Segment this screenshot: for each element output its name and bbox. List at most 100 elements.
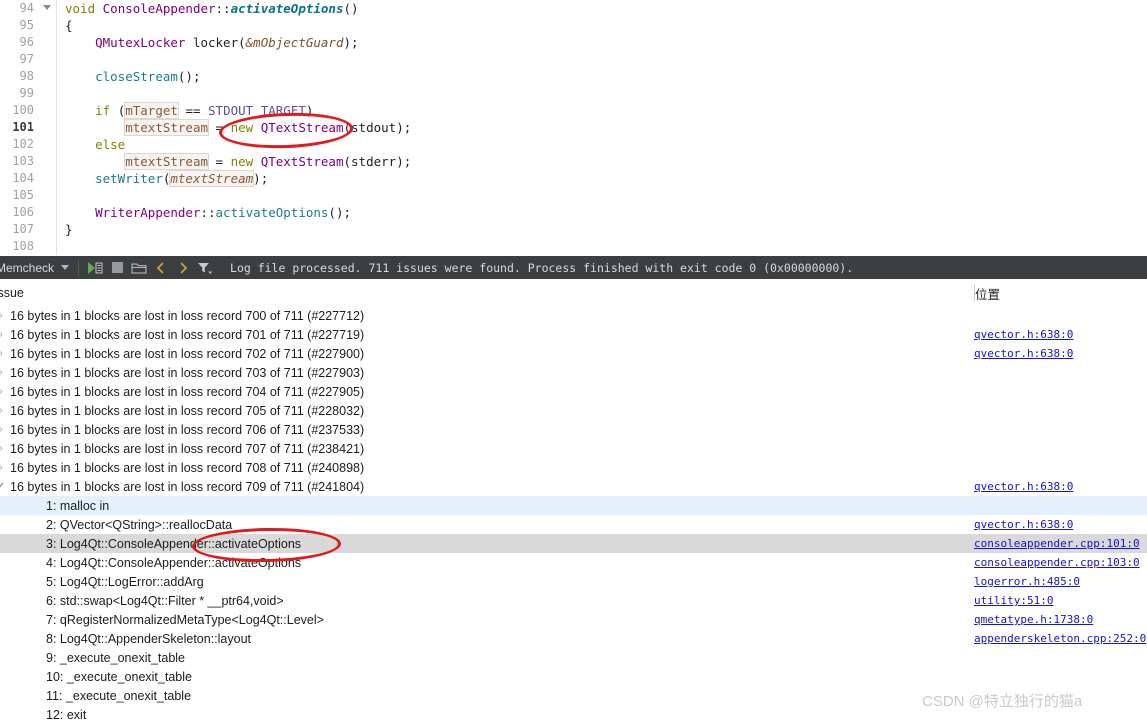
stack-frame-row[interactable]: 3: Log4Qt::ConsoleAppender::activateOpti… (0, 534, 1147, 553)
line-number[interactable]: 101 (0, 119, 38, 136)
code-line: 106 WriterAppender::activateOptions(); (0, 204, 1147, 221)
chevron-right-icon[interactable]: › (0, 443, 8, 454)
code-token: mTarget (124, 102, 179, 119)
code-token: :: (200, 205, 216, 220)
line-number[interactable]: 103 (0, 153, 38, 170)
code-text: if (mTarget == STDOUT_TARGET) (57, 102, 313, 119)
issue-row[interactable]: ›16 bytes in 1 blocks are lost in loss r… (0, 306, 1147, 325)
line-number[interactable]: 98 (0, 68, 38, 85)
issue-label: 16 bytes in 1 blocks are lost in loss re… (10, 384, 365, 399)
column-header-location[interactable]: 位置 (974, 284, 1000, 302)
stack-frame-row[interactable]: 7: qRegisterNormalizedMetaType<Log4Qt::L… (0, 610, 1147, 629)
stack-frame-row[interactable]: 10: _execute_onexit_table (0, 667, 1147, 686)
issue-label: 16 bytes in 1 blocks are lost in loss re… (10, 460, 365, 475)
code-text: } (57, 221, 73, 238)
stack-frame-label: 4: Log4Qt::ConsoleAppender::activateOpti… (46, 555, 302, 570)
code-editor[interactable]: 94 void ConsoleAppender::activateOptions(… (0, 0, 1147, 256)
stack-frame-label: 10: _execute_onexit_table (46, 669, 192, 684)
next-item-icon[interactable] (172, 258, 194, 278)
stack-frame-row[interactable]: 4: Log4Qt::ConsoleAppender::activateOpti… (0, 553, 1147, 572)
issue-row[interactable]: ›16 bytes in 1 blocks are lost in loss r… (0, 420, 1147, 439)
chevron-right-icon[interactable]: › (0, 424, 8, 435)
issue-row[interactable]: ›16 bytes in 1 blocks are lost in loss r… (0, 458, 1147, 477)
location-link[interactable]: consoleappender.cpp:101:0 (974, 537, 1140, 550)
stack-frame-row[interactable]: 2: QVector<QString>::reallocData qvector.… (0, 515, 1147, 534)
chevron-right-icon[interactable]: › (0, 367, 8, 378)
fold-collapse-icon[interactable] (38, 0, 56, 17)
issue-row[interactable]: ›16 bytes in 1 blocks are lost in loss r… (0, 401, 1147, 420)
location-link[interactable]: qvector.h:638:0 (974, 347, 1073, 360)
issues-panel[interactable]: Issue 位置 ›16 bytes in 1 blocks are lost … (0, 279, 1147, 721)
chevron-right-icon[interactable]: › (0, 329, 8, 340)
issue-row[interactable]: ›16 bytes in 1 blocks are lost in loss r… (0, 325, 1147, 344)
line-number[interactable]: 108 (0, 238, 38, 255)
line-number[interactable]: 100 (0, 102, 38, 119)
run-icon[interactable] (84, 258, 106, 278)
stack-frame-row[interactable]: 1: malloc in (0, 496, 1147, 515)
stack-frame-row[interactable]: 8: Log4Qt::AppenderSkeleton::layout appen… (0, 629, 1147, 648)
location-link[interactable]: appenderskeleton.cpp:252:0 (974, 632, 1146, 645)
chevron-right-icon[interactable]: › (0, 348, 8, 359)
issue-row[interactable]: ✓ 16 bytes in 1 blocks are lost in loss r… (0, 477, 1147, 496)
column-header-issue[interactable]: Issue (0, 286, 24, 300)
code-token: activateOptions (215, 205, 329, 220)
stack-frame-row[interactable]: 5: Log4Qt::LogError::addArg logerror.h:48… (0, 572, 1147, 591)
code-token: ( (343, 120, 352, 135)
gutter-divider (56, 51, 57, 68)
location-link[interactable]: qmetatype.h:1738:0 (974, 613, 1093, 626)
line-number[interactable]: 105 (0, 187, 38, 204)
chevron-down-icon (61, 265, 70, 270)
issue-row[interactable]: ›16 bytes in 1 blocks are lost in loss r… (0, 344, 1147, 363)
prev-item-icon[interactable] (150, 258, 172, 278)
line-number[interactable]: 102 (0, 136, 38, 153)
code-text: { (57, 17, 73, 34)
issue-label: 16 bytes in 1 blocks are lost in loss re… (10, 403, 365, 418)
chevron-right-icon[interactable]: › (0, 386, 8, 397)
issue-row[interactable]: ›16 bytes in 1 blocks are lost in loss r… (0, 382, 1147, 401)
chevron-right-icon[interactable]: › (0, 405, 8, 416)
stack-frame-label: 3: Log4Qt::ConsoleAppender::activateOpti… (46, 536, 302, 551)
line-number[interactable]: 94 (0, 0, 38, 17)
line-number[interactable]: 97 (0, 51, 38, 68)
line-number[interactable]: 106 (0, 204, 38, 221)
location-link[interactable]: consoleappender.cpp:103:0 (974, 556, 1140, 569)
location-link[interactable]: qvector.h:638:0 (974, 328, 1073, 341)
code-text: else (57, 136, 125, 153)
code-text: void ConsoleAppender::activateOptions() (57, 0, 359, 17)
code-token: mtextStream (169, 170, 255, 187)
line-number[interactable]: 104 (0, 170, 38, 187)
line-number[interactable]: 107 (0, 221, 38, 238)
chevron-right-icon[interactable]: › (0, 462, 8, 473)
analyzer-selector[interactable]: Memcheck (0, 258, 73, 277)
code-text: mtextStream = new QTextStream(stdout); (57, 119, 411, 136)
line-number[interactable]: 95 (0, 17, 38, 34)
stack-frame-label: 12: exit (46, 707, 87, 721)
gutter-divider (56, 85, 57, 102)
issue-row[interactable]: ›16 bytes in 1 blocks are lost in loss r… (0, 439, 1147, 458)
location-link[interactable]: utility:51:0 (974, 594, 1053, 607)
stack-frame-row[interactable]: 9: _execute_onexit_table (0, 648, 1147, 667)
chevron-right-icon[interactable]: › (0, 310, 8, 321)
stack-frame-label: 6: std::swap<Log4Qt::Filter * __ptr64,vo… (46, 593, 284, 608)
code-text: QMutexLocker locker(&mObjectGuard); (57, 34, 358, 51)
csdn-watermark: CSDN @特立独行的猫a (922, 693, 1083, 710)
location-link[interactable]: qvector.h:638:0 (974, 518, 1073, 531)
stop-icon[interactable] (106, 258, 128, 278)
issue-row[interactable]: ›16 bytes in 1 blocks are lost in loss r… (0, 363, 1147, 382)
load-external-log-icon[interactable] (128, 258, 150, 278)
analyzer-toolbar[interactable]: Memcheck Log file processed. 711 issues … (0, 256, 1147, 279)
chevron-down-icon[interactable]: ✓ (0, 481, 8, 492)
issue-label: 16 bytes in 1 blocks are lost in loss re… (10, 308, 365, 323)
filter-icon[interactable] (194, 258, 216, 278)
code-token: ConsoleAppender (102, 1, 216, 16)
code-token: ); (396, 154, 412, 169)
line-number[interactable]: 99 (0, 85, 38, 102)
line-number[interactable]: 96 (0, 34, 38, 51)
stack-frame-row[interactable]: 6: std::swap<Log4Qt::Filter * __ptr64,vo… (0, 591, 1147, 610)
location-link[interactable]: qvector.h:638:0 (974, 480, 1073, 493)
code-token: setWriter (95, 171, 163, 186)
location-link[interactable]: logerror.h:485:0 (974, 575, 1080, 588)
